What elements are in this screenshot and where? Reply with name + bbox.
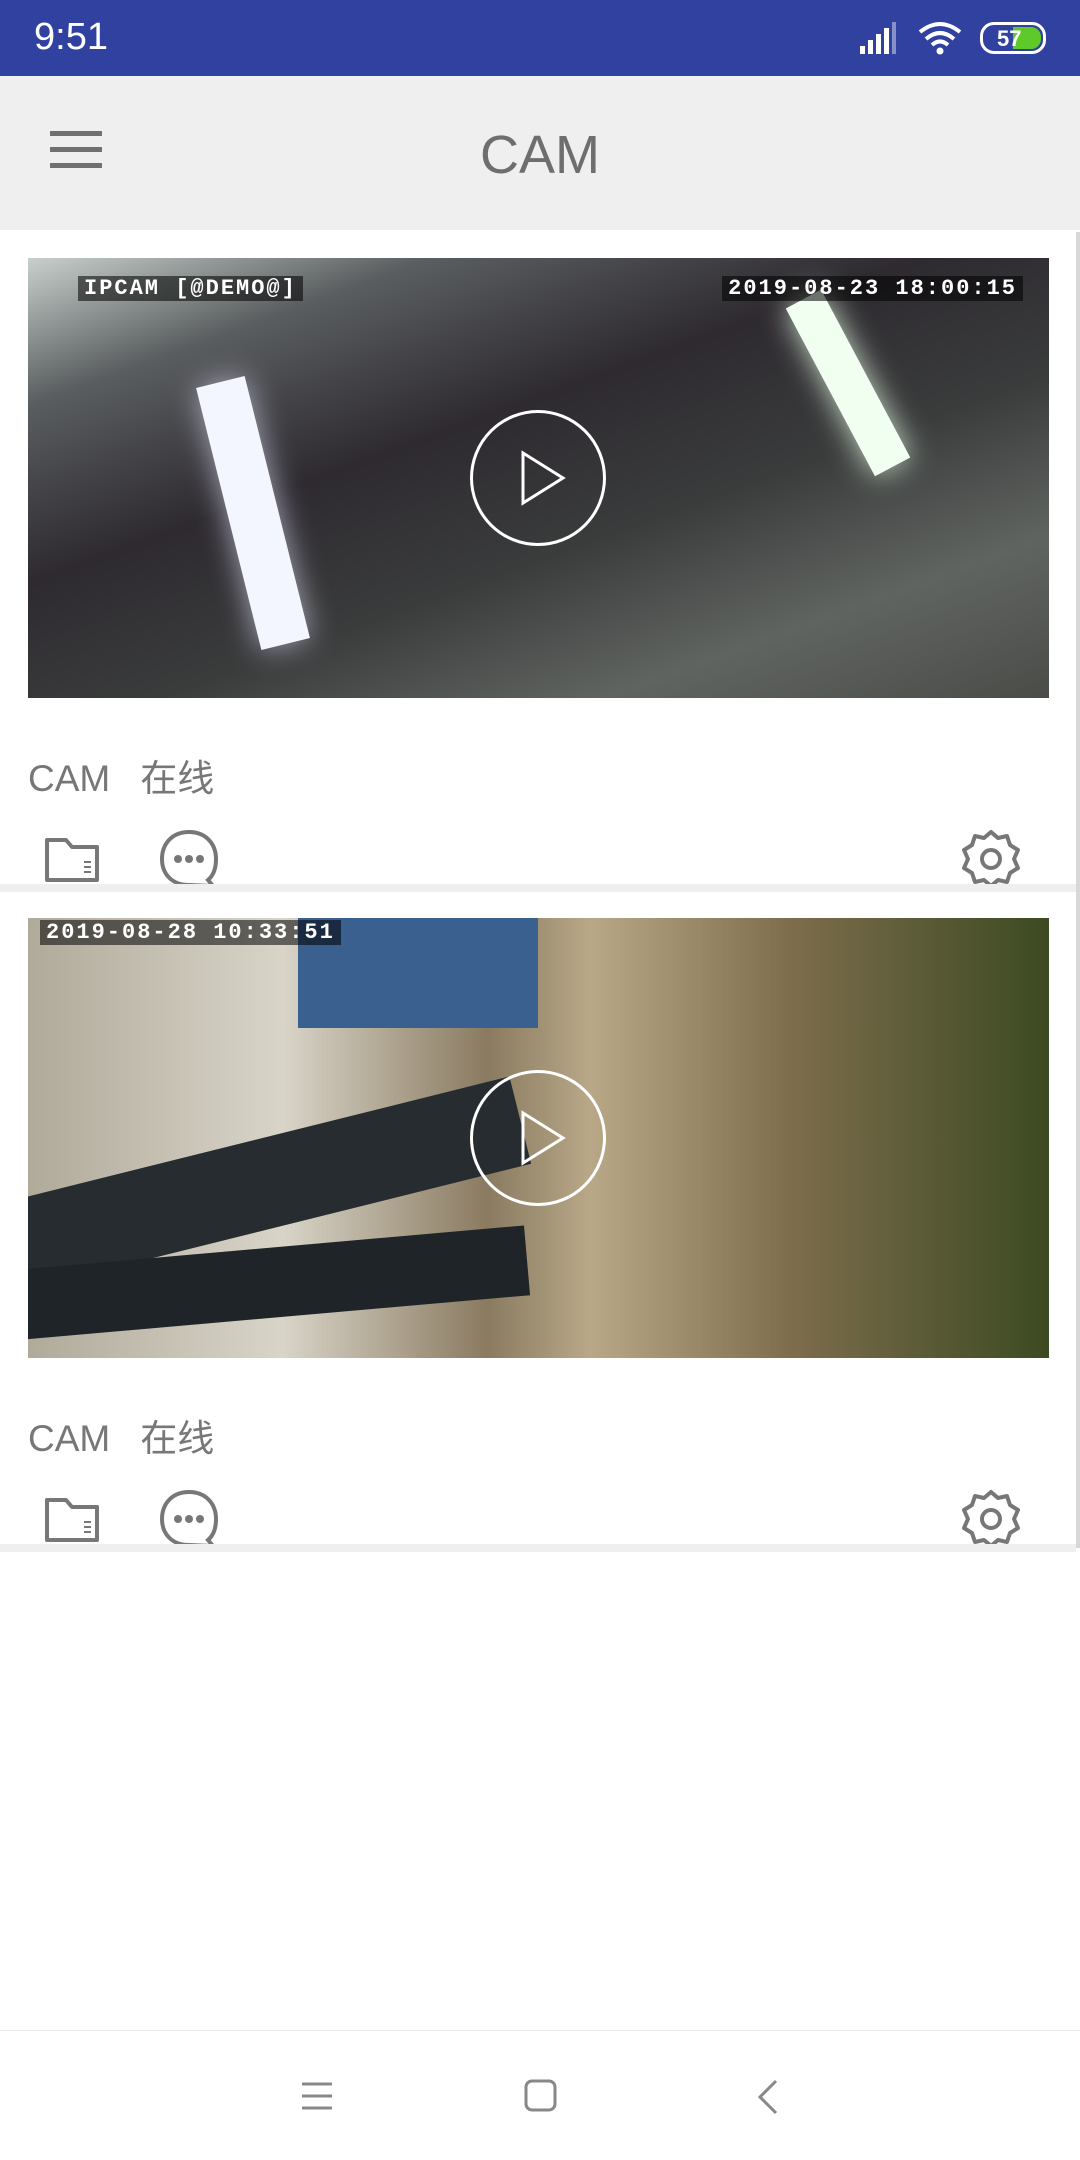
divider xyxy=(0,1544,1076,1552)
status-time: 9:51 xyxy=(34,16,108,58)
camera-name: CAM xyxy=(28,1418,111,1459)
osd-camera-name: IPCAM [@DEMO@] xyxy=(78,276,303,301)
camera-card: IPCAM [@DEMO@] 2019-08-23 18:00:15 CAM 在线 xyxy=(0,258,1076,890)
recents-icon[interactable] xyxy=(300,2081,334,2111)
osd-timestamp: 2019-08-23 18:00:15 xyxy=(722,276,1023,301)
wifi-icon xyxy=(918,22,962,55)
message-icon[interactable] xyxy=(158,828,220,890)
home-icon[interactable] xyxy=(524,2079,558,2113)
camera-card: 2019-08-28 10:33:51 CAM 在线 xyxy=(0,918,1076,1550)
battery-level: 57 xyxy=(997,26,1022,51)
battery-icon: 57 xyxy=(980,22,1046,54)
status-bar: 9:51 57 xyxy=(0,0,1080,76)
camera-name: CAM xyxy=(28,758,111,799)
settings-icon[interactable] xyxy=(960,1488,1022,1550)
folder-icon[interactable] xyxy=(42,1488,104,1550)
toolbar: CAM xyxy=(0,76,1080,230)
signal-icon xyxy=(860,22,896,54)
navigation-bar xyxy=(0,2030,1080,2160)
message-icon[interactable] xyxy=(158,1488,220,1550)
play-button[interactable] xyxy=(470,410,606,546)
camera-status: 在线 xyxy=(140,1418,215,1459)
back-icon[interactable] xyxy=(756,2079,780,2115)
osd-timestamp: 2019-08-28 10:33:51 xyxy=(40,920,341,945)
folder-icon[interactable] xyxy=(42,828,104,890)
divider xyxy=(0,884,1076,892)
page-title: CAM xyxy=(480,125,600,185)
camera-status: 在线 xyxy=(140,758,215,799)
camera-preview[interactable]: 2019-08-28 10:33:51 xyxy=(28,918,1049,1358)
settings-icon[interactable] xyxy=(960,828,1022,890)
play-button[interactable] xyxy=(470,1070,606,1206)
scrollbar[interactable] xyxy=(1076,232,1080,1548)
camera-preview[interactable]: IPCAM [@DEMO@] 2019-08-23 18:00:15 xyxy=(28,258,1049,698)
